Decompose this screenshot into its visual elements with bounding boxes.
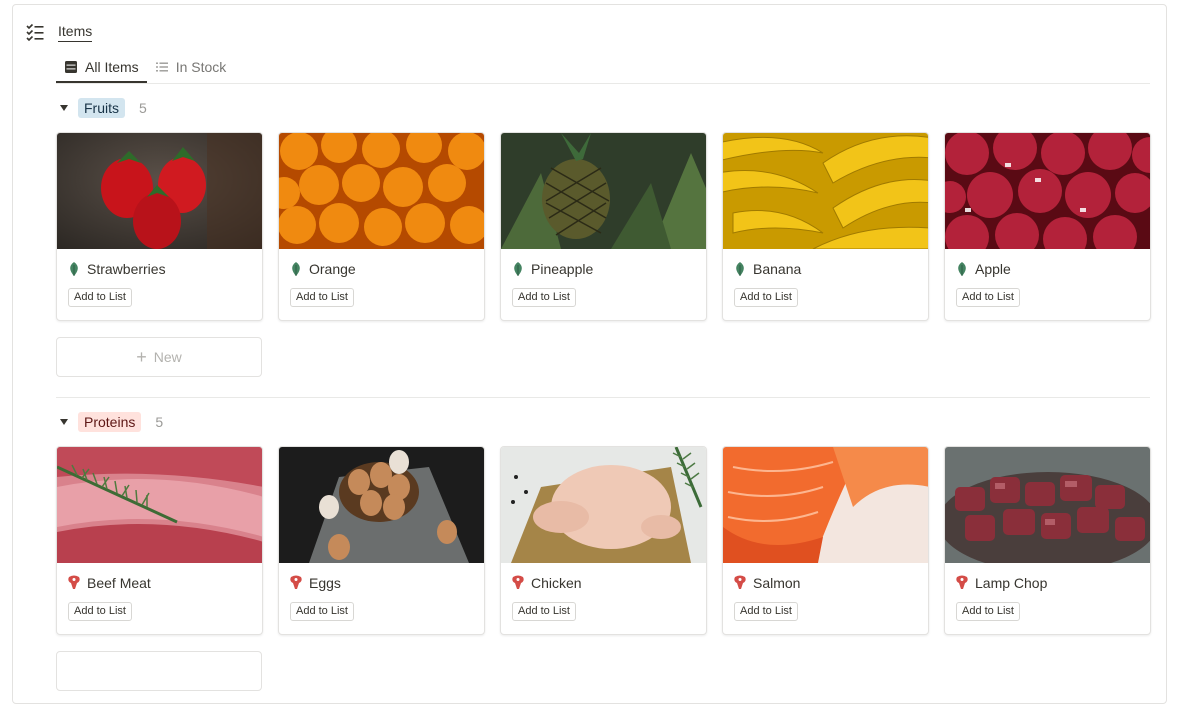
group-header-fruits: Fruits 5 xyxy=(56,98,147,118)
gallery-card[interactable]: Beef Meat Add to List xyxy=(56,446,263,635)
meat-icon xyxy=(956,575,968,589)
gallery-card[interactable]: Salmon Add to List xyxy=(722,446,929,635)
group-tag[interactable]: Proteins xyxy=(78,412,142,432)
group-count: 5 xyxy=(139,100,147,116)
plus-icon: + xyxy=(136,346,147,367)
new-label: New xyxy=(153,349,182,365)
list-icon xyxy=(155,62,168,72)
card-title: Salmon xyxy=(733,575,800,591)
lamb-photo xyxy=(945,447,1150,563)
bananas-photo xyxy=(723,133,928,249)
add-to-list-button[interactable]: Add to List xyxy=(290,602,354,621)
item-name: Orange xyxy=(309,261,356,277)
item-name: Apple xyxy=(975,261,1011,277)
gallery-card[interactable]: Chicken Add to List xyxy=(500,446,707,635)
oranges-photo xyxy=(279,133,484,249)
new-card-button[interactable] xyxy=(56,651,262,691)
strawberries-photo xyxy=(57,133,262,249)
tab-in-stock[interactable]: In Stock xyxy=(147,52,235,82)
tabs-divider xyxy=(56,83,1150,84)
leaf-icon xyxy=(736,262,744,276)
item-name: Pineapple xyxy=(531,261,594,277)
leaf-icon xyxy=(70,262,78,276)
checklist-icon xyxy=(26,23,44,42)
database-title[interactable]: Items xyxy=(58,23,93,42)
meat-icon xyxy=(512,575,524,589)
card-title: Beef Meat xyxy=(67,575,151,591)
card-gallery-fruits: Strawberries Add to List Orange Add to L… xyxy=(56,132,1151,321)
add-to-list-button[interactable]: Add to List xyxy=(734,602,798,621)
leaf-icon xyxy=(958,262,966,276)
leaf-icon xyxy=(292,262,300,276)
pineapple-photo xyxy=(501,133,706,249)
meat-icon xyxy=(734,575,746,589)
add-to-list-button[interactable]: Add to List xyxy=(512,288,576,307)
item-name: Strawberries xyxy=(87,261,166,277)
gallery-card[interactable]: Orange Add to List xyxy=(278,132,485,321)
item-name: Chicken xyxy=(531,575,582,591)
card-title: Lamp Chop xyxy=(955,575,1047,591)
database-header: Items xyxy=(25,22,93,42)
meat-icon xyxy=(68,575,80,589)
add-to-list-button[interactable]: Add to List xyxy=(956,602,1020,621)
collapse-toggle[interactable] xyxy=(56,414,72,430)
item-name: Eggs xyxy=(309,575,341,591)
collapse-toggle[interactable] xyxy=(56,100,72,116)
beef-photo xyxy=(57,447,262,563)
chicken-photo xyxy=(501,447,706,563)
new-card-button[interactable]: + New xyxy=(56,337,262,377)
view-tabs: All Items In Stock xyxy=(56,52,234,83)
table-icon xyxy=(65,60,77,73)
group-count: 5 xyxy=(155,414,164,430)
apples-photo xyxy=(945,133,1150,249)
card-title: Orange xyxy=(289,261,356,277)
gallery-card[interactable]: Lamp Chop Add to List xyxy=(944,446,1151,635)
meat-icon xyxy=(290,575,302,589)
add-to-list-button[interactable]: Add to List xyxy=(68,602,132,621)
tab-all-items-label: All Items xyxy=(85,58,139,75)
gallery-card[interactable]: Eggs Add to List xyxy=(278,446,485,635)
group-header-proteins: Proteins 5 xyxy=(56,412,163,432)
salmon-photo xyxy=(723,447,928,563)
group-tag[interactable]: Fruits xyxy=(78,98,125,118)
triangle-down-icon xyxy=(60,105,68,111)
add-to-list-button[interactable]: Add to List xyxy=(68,288,132,307)
gallery-card[interactable]: Apple Add to List xyxy=(944,132,1151,321)
card-title: Eggs xyxy=(289,575,341,591)
card-title: Apple xyxy=(955,261,1011,277)
group-divider xyxy=(56,397,1150,398)
gallery-card[interactable]: Banana Add to List xyxy=(722,132,929,321)
gallery-card[interactable]: Pineapple Add to List xyxy=(500,132,707,321)
add-to-list-button[interactable]: Add to List xyxy=(290,288,354,307)
tab-in-stock-label: In Stock xyxy=(175,59,227,75)
item-name: Banana xyxy=(753,261,802,277)
eggs-photo xyxy=(279,447,484,563)
item-name: Beef Meat xyxy=(87,575,151,591)
triangle-down-icon xyxy=(60,419,68,425)
card-title: Chicken xyxy=(511,575,582,591)
card-title: Banana xyxy=(733,261,801,277)
gallery-card[interactable]: Strawberries Add to List xyxy=(56,132,263,321)
card-title: Strawberries xyxy=(67,261,166,277)
add-to-list-button[interactable]: Add to List xyxy=(734,288,798,307)
item-name: Salmon xyxy=(753,575,801,591)
card-gallery-proteins: Beef Meat Add to List Eggs Add to List C… xyxy=(56,446,1151,635)
card-title: Pineapple xyxy=(511,261,593,277)
leaf-icon xyxy=(514,262,522,276)
add-to-list-button[interactable]: Add to List xyxy=(512,602,576,621)
tab-all-items[interactable]: All Items xyxy=(56,52,147,83)
item-name: Lamp Chop xyxy=(975,575,1048,591)
add-to-list-button[interactable]: Add to List xyxy=(956,288,1020,307)
